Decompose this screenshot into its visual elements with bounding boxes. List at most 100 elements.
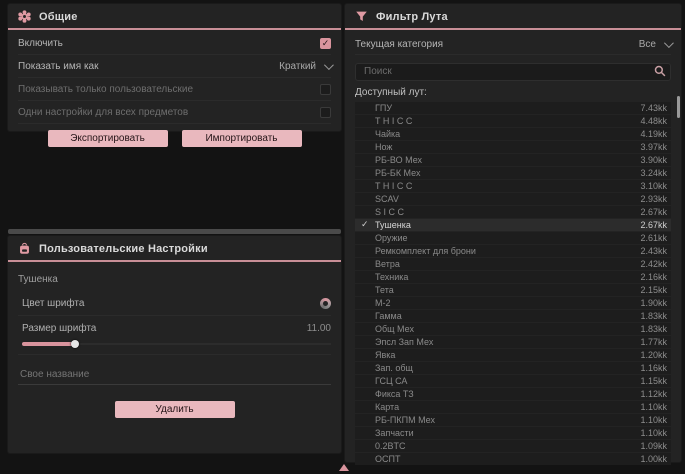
- loot-row[interactable]: Гамма1.83kk: [355, 310, 671, 322]
- loot-row[interactable]: Ветра2.42kk: [355, 258, 671, 270]
- loot-row[interactable]: Карта1.10kk: [355, 401, 671, 413]
- loot-row[interactable]: Зап. общ1.16kk: [355, 362, 671, 374]
- color-picker-icon[interactable]: [320, 298, 331, 309]
- export-button[interactable]: Экспортировать: [48, 130, 168, 147]
- search-icon[interactable]: [654, 64, 666, 82]
- loot-row[interactable]: T H I C C3.10kk: [355, 180, 671, 192]
- loot-filter-panel: Фильтр Лута Текущая категория Все Доступ…: [345, 4, 681, 462]
- loot-item-value: 2.42kk: [640, 259, 667, 269]
- loot-row[interactable]: Чайка4.19kk: [355, 128, 671, 140]
- loot-row[interactable]: Явка1.20kk: [355, 349, 671, 361]
- selected-item-name: Тушенка: [18, 274, 331, 285]
- loot-item-name: Зап. общ: [375, 363, 640, 373]
- loot-row[interactable]: Общ Мех1.83kk: [355, 323, 671, 335]
- loot-item-name: Техника: [375, 272, 640, 282]
- divider: [18, 354, 331, 355]
- panel-title: Фильтр Лута: [376, 11, 448, 23]
- general-panel-header: Общие: [8, 4, 341, 28]
- loot-item-value: 1.90kk: [640, 298, 667, 308]
- delete-button[interactable]: Удалить: [115, 401, 235, 418]
- loot-row[interactable]: ГСЦ СА1.15kk: [355, 375, 671, 387]
- loot-item-value: 1.16kk: [640, 363, 667, 373]
- only-custom-checkbox[interactable]: ✓: [320, 84, 331, 95]
- scrollbar-thumb[interactable]: [677, 96, 680, 118]
- loot-item-value: 3.97kk: [640, 142, 667, 152]
- custom-name-input[interactable]: [18, 365, 331, 385]
- category-value: Все: [639, 39, 656, 50]
- loot-item-value: 1.10kk: [640, 428, 667, 438]
- loot-item-name: М-2: [375, 298, 640, 308]
- funnel-icon: [355, 10, 368, 23]
- loot-item-name: Тушенка: [375, 220, 640, 230]
- available-loot-label: Доступный лут:: [355, 87, 671, 98]
- setting-row-only-custom: Показывать только пользовательские ✓: [18, 78, 331, 101]
- loot-filter-header: Фильтр Лута: [345, 4, 681, 28]
- loot-row[interactable]: S I C C2.67kk: [355, 206, 671, 218]
- loot-row[interactable]: Ремкомплект для брони2.43kk: [355, 245, 671, 257]
- enable-label: Включить: [18, 38, 63, 49]
- loot-item-value: 1.10kk: [640, 402, 667, 412]
- font-size-slider[interactable]: [22, 340, 331, 348]
- resize-handle-icon[interactable]: [339, 464, 349, 471]
- loot-row[interactable]: Нож3.97kk: [355, 141, 671, 153]
- loot-row[interactable]: Оружие2.61kk: [355, 232, 671, 244]
- loot-item-name: Фикса ТЗ: [375, 389, 640, 399]
- loot-row[interactable]: 0.2BTC1.09kk: [355, 440, 671, 452]
- loot-item-name: Запчасти: [375, 428, 640, 438]
- loot-item-name: Тета: [375, 285, 640, 295]
- loot-row[interactable]: Техника2.16kk: [355, 271, 671, 283]
- setting-row-single-settings: Одни настройки для всех предметов ✓: [18, 101, 331, 124]
- loot-item-value: 3.10kk: [640, 181, 667, 191]
- loot-row[interactable]: Запчасти1.10kk: [355, 427, 671, 439]
- loot-item-name: ОСПТ: [375, 454, 640, 464]
- slider-thumb[interactable]: [71, 340, 79, 348]
- category-row: Текущая категория Все: [355, 34, 671, 55]
- loot-row[interactable]: SCAV2.93kk: [355, 193, 671, 205]
- loot-row[interactable]: ГПУ7.43kk: [355, 102, 671, 114]
- loot-row[interactable]: T H I C C4.48kk: [355, 115, 671, 127]
- panel-splitter[interactable]: [8, 229, 341, 234]
- panel-title: Общие: [39, 11, 78, 23]
- loot-item-value: 2.16kk: [640, 272, 667, 282]
- loot-row[interactable]: РБ-ВО Мех3.90kk: [355, 154, 671, 166]
- loot-row[interactable]: ✓Тушенка2.67kk: [355, 219, 671, 231]
- general-panel: Общие Включить ✓ Показать имя как Кратки…: [8, 4, 341, 131]
- search-input[interactable]: [355, 63, 671, 81]
- custom-settings-panel: Пользовательские Настройки Тушенка Цвет …: [8, 236, 341, 453]
- font-color-row: Цвет шрифта: [18, 293, 331, 313]
- setting-row-enable: Включить ✓: [18, 32, 331, 55]
- loot-item-value: 2.67kk: [640, 207, 667, 217]
- loot-item-value: 1.09kk: [640, 441, 667, 451]
- loot-item-name: 0.2BTC: [375, 441, 640, 451]
- loot-row[interactable]: РБ-ПКПМ Мех1.10kk: [355, 414, 671, 426]
- loot-item-name: ГПУ: [375, 103, 640, 113]
- font-color-label: Цвет шрифта: [22, 298, 84, 309]
- chevron-down-icon: [664, 38, 674, 48]
- loot-item-name: Явка: [375, 350, 640, 360]
- enable-checkbox[interactable]: ✓: [320, 38, 331, 49]
- loot-item-name: T H I C C: [375, 116, 640, 126]
- loot-item-value: 1.00kk: [640, 454, 667, 464]
- loot-row[interactable]: М-21.90kk: [355, 297, 671, 309]
- single-settings-checkbox[interactable]: ✓: [320, 107, 331, 118]
- loot-item-value: 1.12kk: [640, 389, 667, 399]
- loot-item-value: 1.20kk: [640, 350, 667, 360]
- category-select[interactable]: Все: [639, 39, 671, 50]
- loot-row[interactable]: Тета2.15kk: [355, 284, 671, 296]
- loot-row[interactable]: Эпсл Зап Мех1.77kk: [355, 336, 671, 348]
- chevron-down-icon: [324, 60, 334, 70]
- loot-item-name: Карта: [375, 402, 640, 412]
- loot-row[interactable]: РБ-БК Мех3.24kk: [355, 167, 671, 179]
- import-button[interactable]: Импортировать: [182, 130, 302, 147]
- name-mode-select[interactable]: Краткий: [279, 61, 331, 72]
- loot-item-value: 1.83kk: [640, 324, 667, 334]
- loot-item-name: Чайка: [375, 129, 640, 139]
- loot-item-name: РБ-ПКПМ Мех: [375, 415, 640, 425]
- loot-item-value: 2.15kk: [640, 285, 667, 295]
- loot-row[interactable]: Фикса ТЗ1.12kk: [355, 388, 671, 400]
- gear-icon: [18, 10, 31, 23]
- loot-row[interactable]: ОСПТ1.00kk: [355, 453, 671, 465]
- loot-item-name: РБ-ВО Мех: [375, 155, 640, 165]
- category-label: Текущая категория: [355, 39, 443, 50]
- only-custom-label: Показывать только пользовательские: [18, 84, 193, 95]
